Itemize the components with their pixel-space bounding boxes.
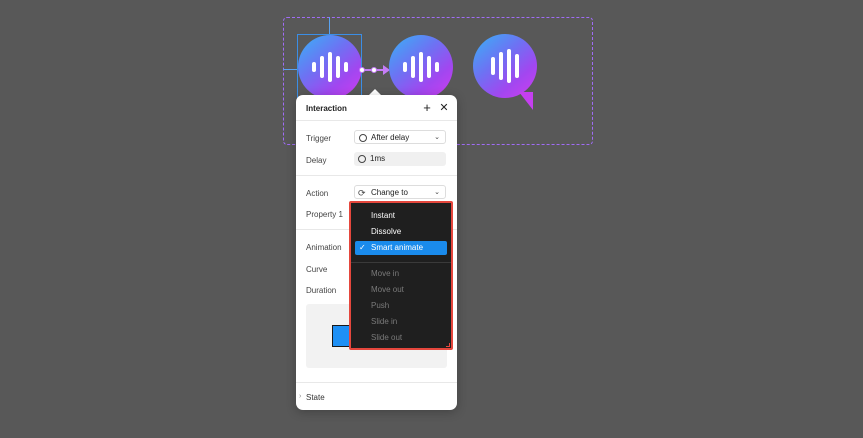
menu-item-slide-out: Slide out	[355, 331, 447, 345]
sound-bar	[419, 52, 423, 82]
close-icon[interactable]: ✕	[437, 101, 451, 115]
menu-item-label: Move out	[371, 285, 404, 294]
trigger-value: After delay	[371, 133, 410, 142]
sound-bar	[491, 57, 495, 75]
measure-line-left	[283, 69, 297, 70]
delay-value: 1ms	[370, 154, 386, 163]
sound-bar	[427, 56, 431, 78]
voice-bubble-3[interactable]	[473, 34, 537, 110]
panel-header: Interaction + ✕	[296, 95, 457, 121]
measure-line-top	[329, 17, 330, 34]
action-value: Change to	[371, 188, 408, 197]
menu-item-label: Move in	[371, 269, 400, 278]
menu-item-label: Instant	[371, 211, 396, 220]
duration-label: Duration	[306, 286, 337, 295]
delay-input[interactable]: 1ms	[354, 152, 446, 166]
menu-item-slide-in: Slide in	[355, 315, 447, 329]
voice-bubble-2[interactable]	[389, 35, 453, 99]
swap-icon: ⟳	[358, 188, 366, 198]
menu-item-smart-animate[interactable]: ✓ Smart animate	[355, 241, 447, 255]
connector-mid-dot[interactable]	[371, 67, 377, 73]
animation-dropdown-menu: Instant Dissolve ✓ Smart animate Move in…	[349, 201, 453, 350]
property-label: Property 1	[306, 210, 343, 219]
menu-item-label: Slide in	[371, 317, 398, 326]
menu-item-label: Push	[371, 301, 390, 310]
action-label: Action	[306, 189, 329, 198]
connector-start-dot[interactable]	[359, 67, 365, 73]
chevron-right-icon: ›	[299, 393, 302, 400]
plus-icon[interactable]: +	[420, 101, 434, 115]
action-select[interactable]: ⟳ Change to ⌄	[354, 185, 446, 199]
sound-bar	[403, 62, 407, 72]
check-icon: ✓	[359, 243, 366, 252]
timer-icon	[359, 134, 367, 142]
chevron-down-icon: ⌄	[434, 134, 440, 141]
resize-handle	[446, 343, 450, 347]
state-section[interactable]: › State	[296, 382, 457, 410]
sound-bar	[507, 49, 511, 83]
timer-icon	[358, 155, 366, 163]
menu-item-push: Push	[355, 299, 447, 313]
sound-bar	[499, 52, 503, 80]
state-label: State	[306, 393, 325, 402]
sound-bar	[411, 56, 415, 78]
menu-item-label: Slide out	[371, 333, 403, 342]
menu-item-label: Dissolve	[371, 227, 402, 236]
menu-item-dissolve[interactable]: Dissolve	[355, 225, 447, 239]
design-canvas[interactable]: Interaction + ✕ Trigger After delay ⌄ De…	[0, 0, 863, 438]
menu-item-move-in: Move in	[355, 267, 447, 281]
menu-item-label: Smart animate	[371, 243, 424, 252]
chevron-down-icon: ⌄	[434, 189, 440, 196]
sound-bar	[515, 54, 519, 78]
trigger-label: Trigger	[306, 134, 332, 143]
selected-layer-box[interactable]	[297, 34, 362, 104]
delay-label: Delay	[306, 156, 327, 165]
section-divider	[296, 175, 457, 176]
sound-bar	[435, 62, 439, 72]
curve-label: Curve	[306, 265, 328, 274]
trigger-select[interactable]: After delay ⌄	[354, 130, 446, 144]
menu-item-move-out: Move out	[355, 283, 447, 297]
menu-separator	[351, 262, 451, 263]
panel-title: Interaction	[306, 104, 347, 113]
menu-item-instant[interactable]: Instant	[355, 209, 447, 223]
animation-label: Animation	[306, 243, 342, 252]
